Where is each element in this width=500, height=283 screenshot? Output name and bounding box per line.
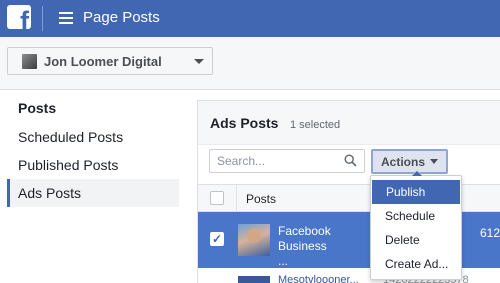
page-avatar (22, 54, 37, 69)
actions-label: Actions (381, 155, 426, 169)
sidebar-item-ads-posts[interactable]: Ads Posts (7, 179, 179, 207)
caret-down-icon (430, 159, 438, 164)
sidebar-heading: Posts (18, 100, 57, 116)
column-divider (236, 185, 237, 213)
post-title[interactable]: Mesotyloooner... (278, 274, 359, 283)
chevron-down-icon (194, 59, 204, 64)
sidebar-item-scheduled-posts[interactable]: Scheduled Posts (7, 123, 179, 151)
page-selector-dropdown[interactable]: Jon Loomer Digital (7, 47, 213, 75)
facebook-logo-icon[interactable]: f (7, 5, 31, 29)
post-id: 612 (480, 226, 500, 240)
page-selector-band: Jon Loomer Digital (0, 37, 500, 90)
top-divider (42, 6, 43, 31)
page-name: Jon Loomer Digital (44, 54, 162, 69)
search-box (209, 149, 365, 173)
panel-title: Ads Posts (210, 115, 279, 131)
sidebar-item-published-posts[interactable]: Published Posts (7, 151, 179, 179)
panel-header: Ads Posts 1 selected (198, 101, 500, 145)
top-bar: f Page Posts (0, 0, 500, 37)
post-thumbnail (238, 276, 270, 283)
page-title: Page Posts (83, 9, 160, 26)
search-input[interactable] (210, 150, 340, 172)
menu-item-create-ad[interactable]: Create Ad... (372, 252, 460, 276)
dropdown-pointer (411, 170, 423, 176)
actions-dropdown-menu: Publish Schedule Delete Create Ad... (370, 170, 462, 280)
selected-count: 1 selected (290, 119, 341, 131)
menu-item-schedule[interactable]: Schedule (372, 204, 460, 228)
row-checkbox-checked[interactable]: ✓ (210, 232, 224, 246)
column-header-posts[interactable]: Posts (246, 192, 276, 206)
post-thumbnail (238, 224, 270, 256)
search-icon[interactable] (344, 154, 357, 167)
post-title[interactable]: Facebook Business ... (278, 224, 338, 269)
hamburger-menu-icon[interactable] (59, 12, 73, 24)
actions-button[interactable]: Actions (371, 149, 448, 174)
menu-item-delete[interactable]: Delete (372, 228, 460, 252)
facebook-logo-letter: f (20, 6, 29, 30)
menu-item-publish[interactable]: Publish (372, 180, 460, 204)
select-all-checkbox[interactable] (210, 191, 224, 205)
